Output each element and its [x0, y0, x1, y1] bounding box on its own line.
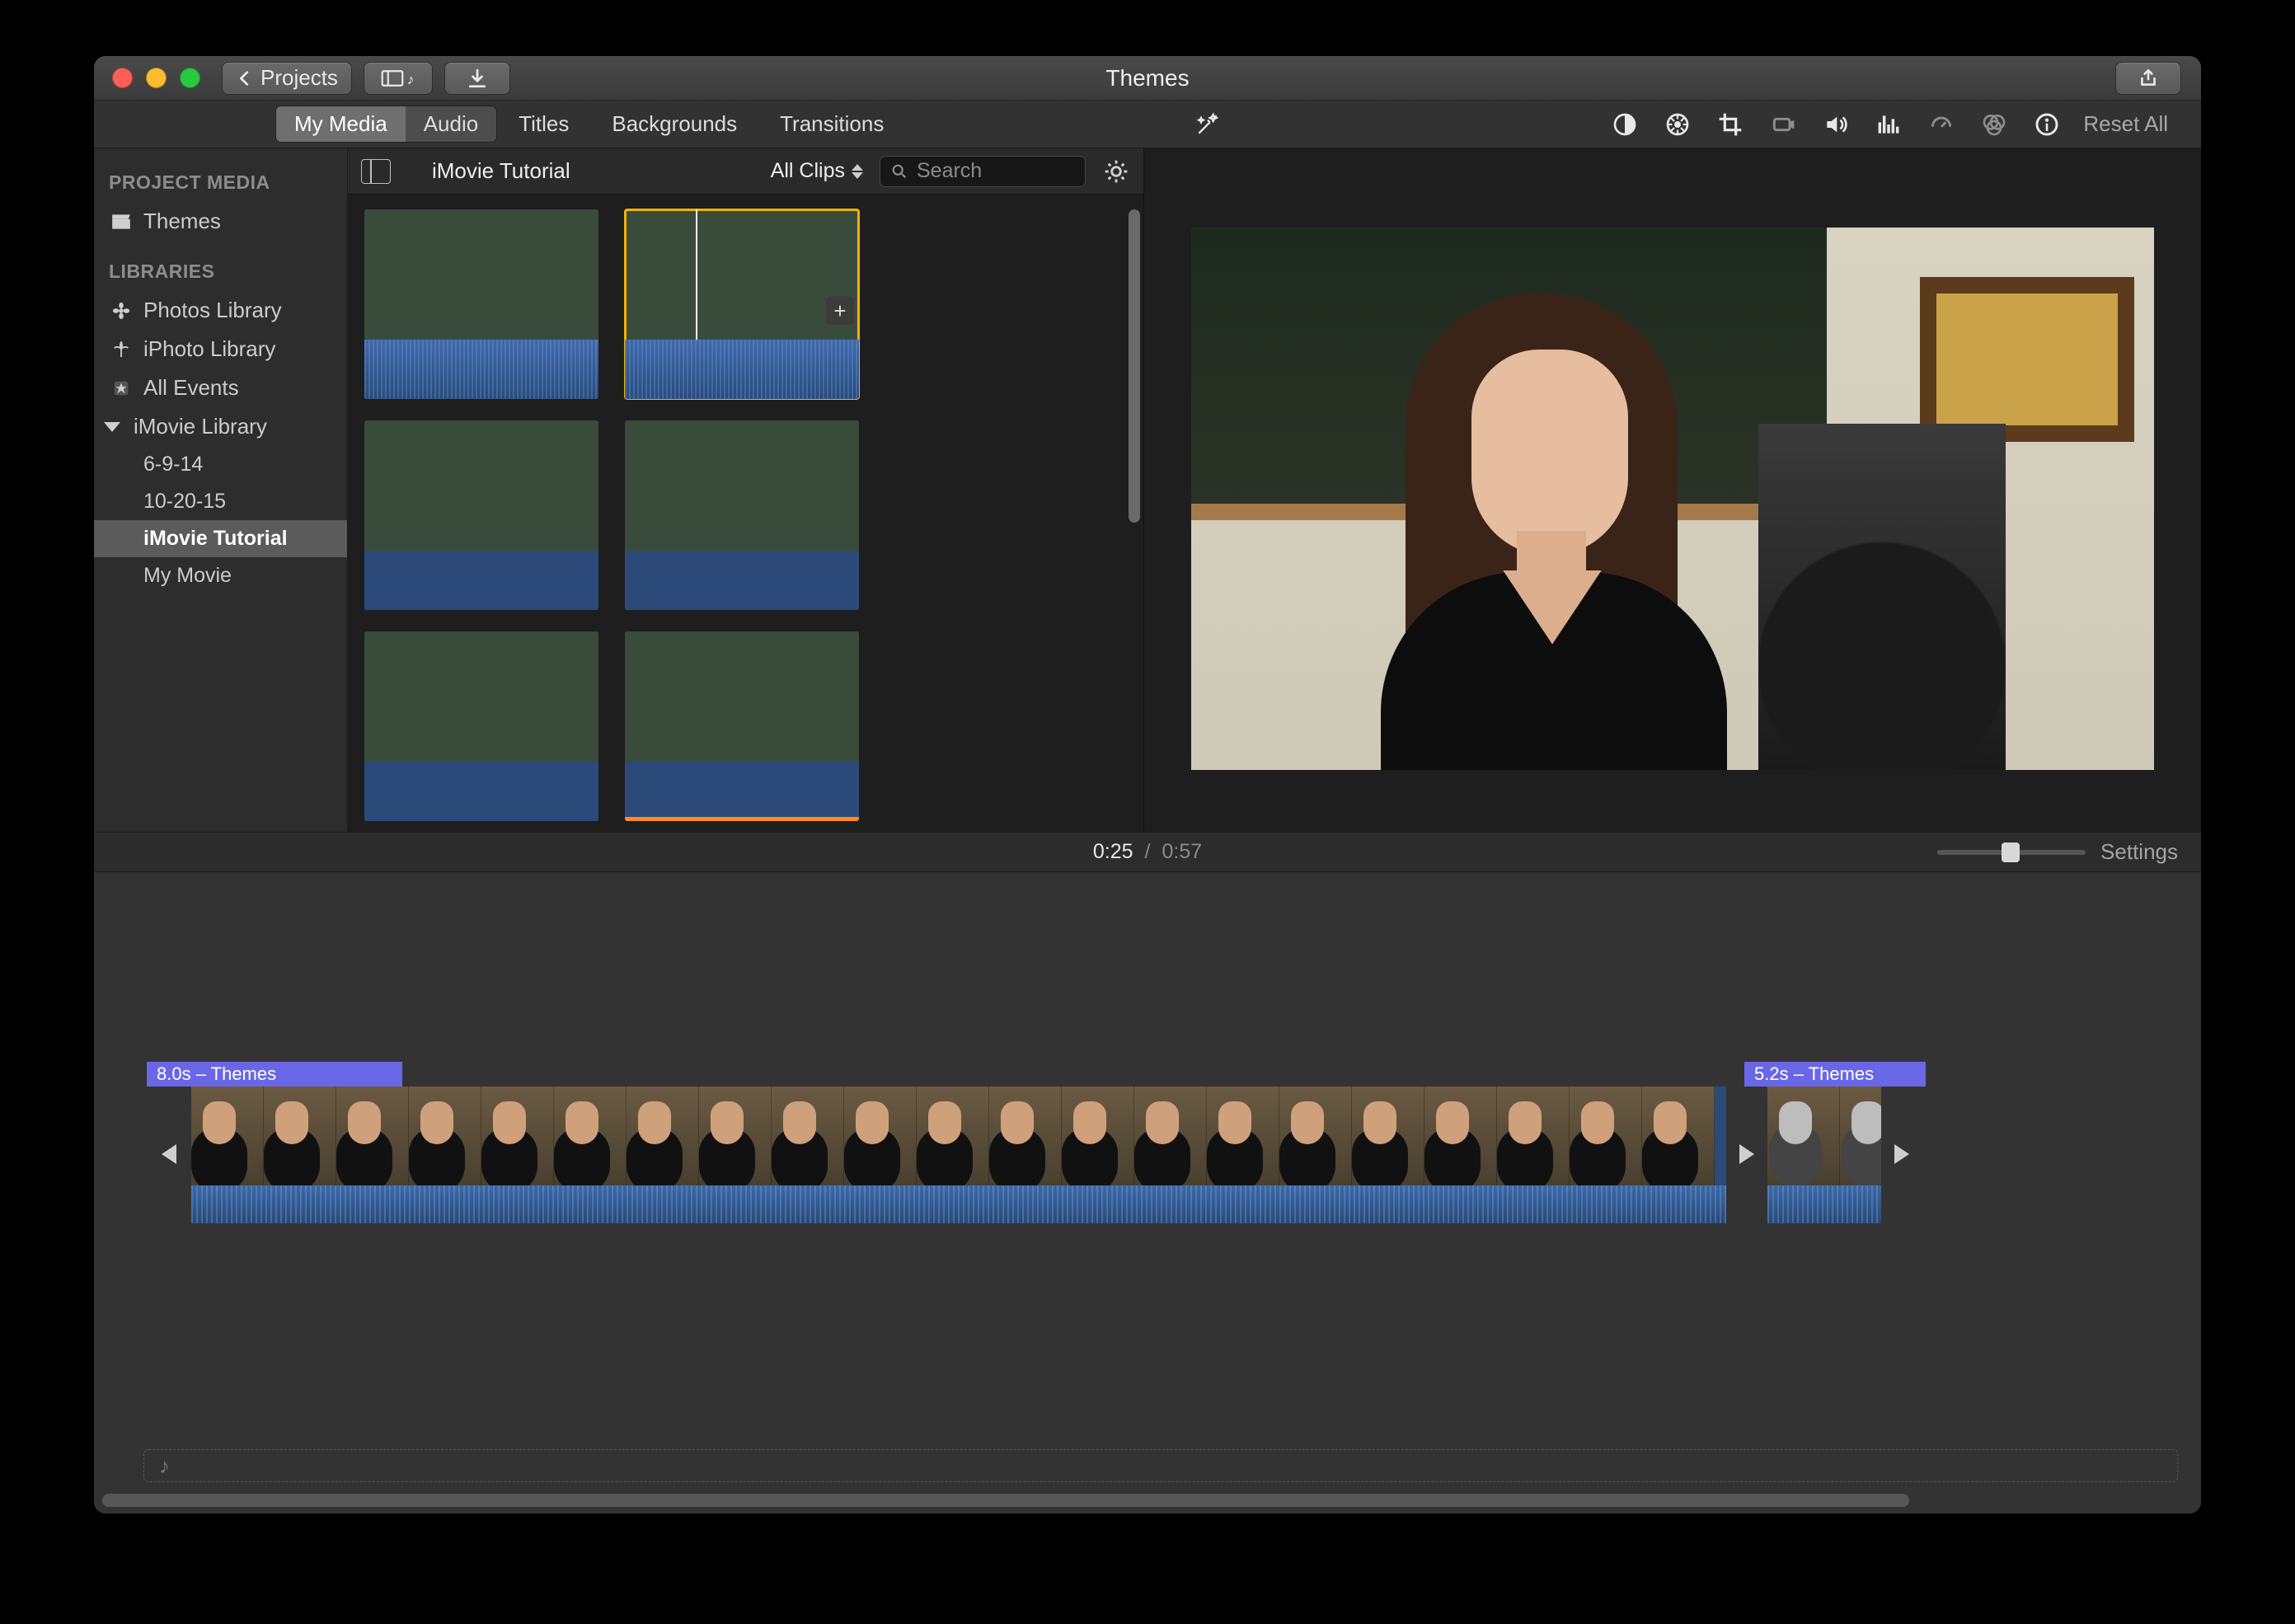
all-events-label: All Events	[143, 375, 239, 401]
speed-button[interactable]	[1925, 108, 1958, 141]
flower-icon	[109, 301, 134, 321]
timeline-clip[interactable]	[191, 1087, 1726, 1223]
media-clip[interactable]	[625, 631, 859, 821]
sidebar-event[interactable]: 6-9-14	[94, 446, 347, 483]
filter-button[interactable]	[1978, 108, 2011, 141]
share-button[interactable]	[2115, 62, 2181, 95]
sidebar-event-label: 6-9-14	[143, 453, 203, 476]
clip-tag[interactable]: 5.2s – Themes	[1744, 1062, 1926, 1087]
view-mode-button[interactable]: ♪	[364, 62, 433, 95]
tab-audio[interactable]: Audio	[406, 106, 497, 142]
palm-icon	[109, 340, 134, 359]
projects-back-button[interactable]: Projects	[222, 62, 352, 95]
reset-all-button[interactable]: Reset All	[2083, 111, 2168, 137]
updown-icon	[852, 164, 863, 179]
clip-tag[interactable]: 8.0s – Themes	[147, 1062, 402, 1087]
projects-back-label: Projects	[260, 65, 338, 91]
media-clip[interactable]	[625, 420, 859, 610]
timeline-scrollbar[interactable]	[102, 1494, 1909, 1507]
browser-scrollbar[interactable]	[1129, 209, 1140, 523]
search-input[interactable]: Search	[880, 156, 1086, 187]
app-window: Projects ♪ Themes	[94, 56, 2201, 1514]
clapper-icon	[109, 212, 134, 232]
sidebar-event-label: My Movie	[143, 564, 232, 588]
crop-button[interactable]	[1714, 108, 1747, 141]
sidebar-event-label: iMovie Tutorial	[143, 527, 288, 551]
media-clip[interactable]: +	[625, 209, 859, 399]
sidebar-themes[interactable]: Themes	[94, 202, 347, 241]
sidebar-event[interactable]: My Movie	[94, 557, 347, 594]
transition-handle[interactable]	[1881, 1116, 1927, 1192]
tab-titles[interactable]: Titles	[497, 111, 590, 137]
media-tab-segment: My Media Audio	[275, 106, 497, 143]
timeline-clip[interactable]	[1767, 1087, 1881, 1223]
zoom-thumb[interactable]	[2002, 843, 2020, 862]
transition-handle[interactable]	[143, 1116, 190, 1192]
preview-canvas[interactable]	[1191, 228, 2154, 770]
sidebar-imovie-library[interactable]: iMovie Library	[94, 407, 347, 446]
window-controls	[112, 68, 200, 88]
sidebar-toggle-button[interactable]	[361, 159, 391, 184]
tab-my-media[interactable]: My Media	[276, 106, 406, 142]
sidebar-event[interactable]: iMovie Tutorial	[94, 520, 347, 557]
sidebar-iphoto-library[interactable]: iPhoto Library	[94, 330, 347, 368]
window-minimize-button[interactable]	[146, 68, 167, 88]
stabilize-button[interactable]	[1767, 108, 1800, 141]
sidebar-all-events[interactable]: All Events	[94, 368, 347, 407]
tabs-row: My Media Audio Titles Backgrounds Transi…	[94, 101, 2201, 148]
color-correction-button[interactable]	[1661, 108, 1694, 141]
svg-text:♪: ♪	[406, 71, 414, 87]
music-track[interactable]: ♪	[143, 1449, 2178, 1482]
tab-transitions[interactable]: Transitions	[758, 111, 905, 137]
titlebar: Projects ♪ Themes	[94, 56, 2201, 101]
libraries-header: LIBRARIES	[94, 256, 347, 291]
sidebar-photos-library[interactable]: Photos Library	[94, 291, 347, 330]
imovie-library-label: iMovie Library	[134, 414, 267, 439]
playhead-time: 0:25 / 0:57	[1093, 840, 1202, 864]
media-browser: iMovie Tutorial All Clips Search +	[348, 148, 1144, 832]
timeline-settings-button[interactable]: Settings	[2100, 839, 2178, 865]
browser-toolbar: iMovie Tutorial All Clips Search	[348, 148, 1143, 195]
clip-filter-label: All Clips	[771, 159, 845, 183]
browser-event-title: iMovie Tutorial	[432, 158, 570, 184]
transition-handle[interactable]	[1726, 1116, 1772, 1192]
iphoto-library-label: iPhoto Library	[143, 336, 275, 362]
photos-library-label: Photos Library	[143, 298, 282, 323]
media-clip[interactable]	[364, 631, 598, 821]
search-placeholder: Search	[917, 159, 982, 183]
preview-viewer	[1144, 148, 2201, 832]
timeline-header: 0:25 / 0:57 Settings	[94, 833, 2201, 872]
import-button[interactable]	[444, 62, 510, 95]
zoom-slider[interactable]	[1937, 850, 2086, 855]
clip-filter-dropdown[interactable]: All Clips	[771, 159, 863, 183]
disclosure-triangle-icon[interactable]	[104, 422, 120, 432]
eq-button[interactable]	[1872, 108, 1905, 141]
star-icon	[109, 378, 134, 398]
sidebar: PROJECT MEDIA Themes LIBRARIES Photos Li…	[94, 148, 348, 832]
project-media-header: PROJECT MEDIA	[94, 167, 347, 202]
music-icon: ♪	[159, 1453, 170, 1479]
time-separator: /	[1145, 840, 1151, 864]
search-icon	[890, 162, 908, 181]
clip-grid: +	[348, 195, 1143, 832]
window-close-button[interactable]	[112, 68, 133, 88]
browser-settings-button[interactable]	[1102, 157, 1130, 185]
window-zoom-button[interactable]	[180, 68, 200, 88]
enhance-button[interactable]	[1191, 108, 1224, 141]
sidebar-event[interactable]: 10-20-15	[94, 483, 347, 520]
info-button[interactable]	[2030, 108, 2063, 141]
upper-pane: PROJECT MEDIA Themes LIBRARIES Photos Li…	[94, 148, 2201, 833]
sidebar-themes-label: Themes	[143, 209, 221, 234]
add-clip-button[interactable]: +	[826, 297, 854, 325]
current-time: 0:25	[1093, 840, 1133, 864]
sidebar-event-label: 10-20-15	[143, 490, 226, 514]
tab-backgrounds[interactable]: Backgrounds	[590, 111, 758, 137]
color-balance-button[interactable]	[1608, 108, 1641, 141]
media-clip[interactable]	[364, 209, 598, 399]
timeline[interactable]: 8.0s – Themes 5.2s – Themes ♪	[94, 872, 2201, 1514]
volume-button[interactable]	[1819, 108, 1852, 141]
total-duration: 0:57	[1162, 840, 1202, 864]
media-clip[interactable]	[364, 420, 598, 610]
